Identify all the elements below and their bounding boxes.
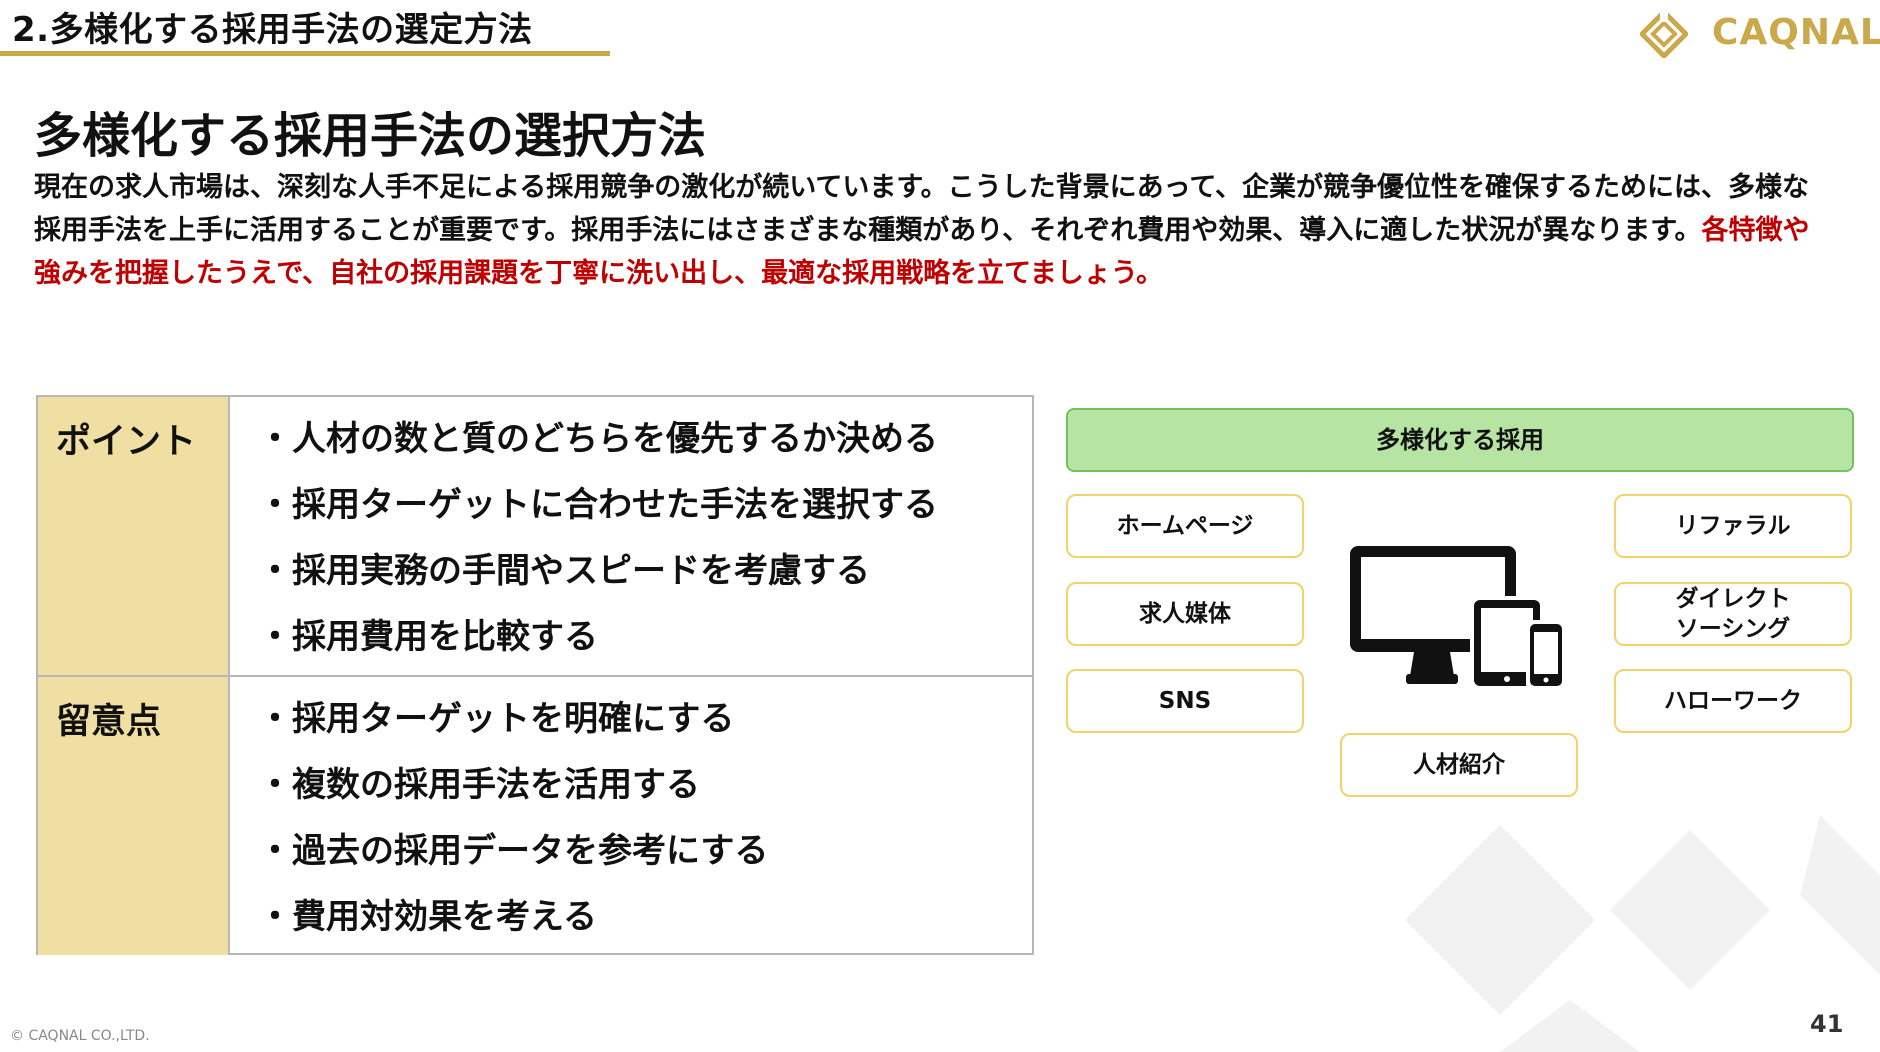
diagram-header: 多様化する採用	[1066, 408, 1854, 472]
caqnal-logo-icon	[1640, 10, 1688, 58]
row-label-cell: ポイント	[38, 397, 230, 675]
method-chip-sns: SNS	[1066, 669, 1304, 733]
background-pattern-icon	[1405, 815, 1880, 1052]
method-chip-job-media: 求人媒体	[1066, 582, 1304, 646]
intro-text: 現在の求人市場は、深刻な人手不足による採用競争の激化が続いています。こうした背景…	[34, 172, 1809, 246]
row-label: ポイント	[56, 422, 197, 462]
cautions-list: 採用ターゲットを明確にする 複数の採用手法を活用する 過去の採用データを参考にす…	[258, 691, 768, 955]
list-item: 採用ターゲットに合わせた手法を選択する	[258, 477, 938, 543]
row-label: 留意点	[56, 702, 162, 742]
list-item: 複数の採用手法を活用する	[258, 757, 768, 823]
table-row-points: ポイント 人材の数と質のどちらを優先するか決める 採用ターゲットに合わせた手法を…	[38, 397, 1032, 677]
list-item: 過去の採用データを参考にする	[258, 823, 768, 889]
method-chip-referral: リファラル	[1614, 494, 1852, 558]
method-chip-homepage: ホームページ	[1066, 494, 1304, 558]
method-chip-hello-work: ハローワーク	[1614, 669, 1852, 733]
devices-icon	[1350, 546, 1566, 690]
method-chip-direct-sourcing: ダイレクト ソーシング	[1614, 582, 1852, 646]
header-divider	[0, 51, 610, 56]
points-table: ポイント 人材の数と質のどちらを優先するか決める 採用ターゲットに合わせた手法を…	[36, 395, 1034, 955]
row-label-cell: 留意点	[38, 677, 230, 955]
page-number: 41	[1810, 1010, 1844, 1038]
list-item: 採用実務の手間やスピードを考慮する	[258, 543, 938, 609]
section-title: 2.多様化する採用手法の選定方法	[12, 10, 533, 50]
brand-logo: CAQNAL	[1636, 6, 1880, 66]
method-chip-recruiting-agency: 人材紹介	[1340, 733, 1578, 797]
list-item: 人材の数と質のどちらを優先するか決める	[258, 411, 938, 477]
table-row-cautions: 留意点 採用ターゲットを明確にする 複数の採用手法を活用する 過去の採用データを…	[38, 677, 1032, 955]
points-list: 人材の数と質のどちらを優先するか決める 採用ターゲットに合わせた手法を選択する …	[258, 411, 938, 675]
copyright-text: © CAQNAL CO.,LTD.	[10, 1028, 150, 1044]
intro-paragraph: 現在の求人市場は、深刻な人手不足による採用競争の激化が続いています。こうした背景…	[34, 166, 1834, 295]
list-item: 採用費用を比較する	[258, 609, 938, 675]
page-title: 多様化する採用手法の選択方法	[34, 108, 707, 164]
list-item: 採用ターゲットを明確にする	[258, 691, 768, 757]
list-item: 費用対効果を考える	[258, 889, 768, 955]
logo-wordmark: CAQNAL	[1712, 12, 1880, 53]
